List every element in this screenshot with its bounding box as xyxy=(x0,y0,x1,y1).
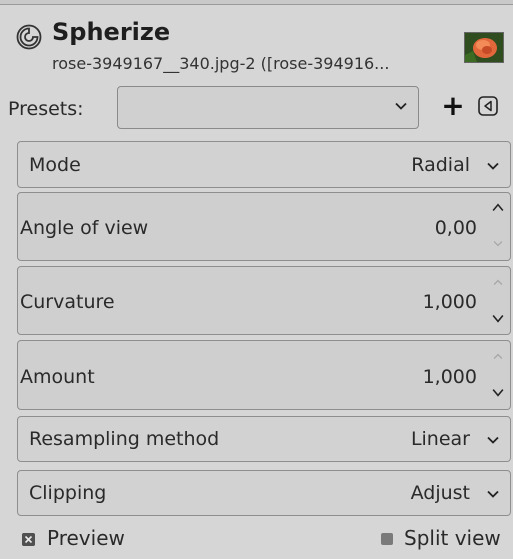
presets-label: Presets: xyxy=(8,98,84,120)
chevron-down-icon xyxy=(487,490,499,498)
resampling-method-value: Linear xyxy=(410,428,470,450)
mode-dropdown[interactable]: Mode Radial xyxy=(17,141,511,188)
chevron-down-icon xyxy=(487,436,499,444)
preview-label[interactable]: Preview xyxy=(47,526,125,550)
mode-value: Radial xyxy=(411,154,470,176)
clipping-label: Clipping xyxy=(29,482,107,504)
chevron-down-icon xyxy=(487,162,499,170)
split-view-checkbox[interactable] xyxy=(381,533,393,545)
clipping-value: Adjust xyxy=(410,482,470,504)
amount-value[interactable]: 1,000 xyxy=(423,366,477,388)
amount-spinscale[interactable]: Amount 1,000 xyxy=(17,340,511,410)
angle-of-view-label: Angle of view xyxy=(20,217,149,239)
resampling-method-label: Resampling method xyxy=(29,428,220,450)
image-thumbnail xyxy=(464,32,504,63)
window-top-edge xyxy=(0,0,513,5)
dialog-footer: Preview Split view xyxy=(0,522,513,559)
spin-arrows-icon[interactable] xyxy=(488,267,508,334)
gimp-spiral-icon xyxy=(16,24,42,50)
dialog-title: Spherize xyxy=(52,18,171,46)
spin-arrows-icon[interactable] xyxy=(488,193,508,260)
amount-label: Amount xyxy=(20,366,95,388)
add-preset-button[interactable]: + xyxy=(440,90,466,122)
angle-of-view-spinscale[interactable]: Angle of view 0,00 xyxy=(17,192,511,261)
split-view-label[interactable]: Split view xyxy=(404,526,501,550)
curvature-value[interactable]: 1,000 xyxy=(423,291,477,313)
clipping-dropdown[interactable]: Clipping Adjust xyxy=(17,470,511,516)
dialog-header: Spherize rose-3949167__340.jpg-2 ([rose-… xyxy=(0,6,513,86)
chevron-down-icon xyxy=(395,102,407,110)
curvature-label: Curvature xyxy=(20,291,115,313)
angle-of-view-value[interactable]: 0,00 xyxy=(435,217,477,239)
preview-checkbox[interactable] xyxy=(22,533,35,546)
curvature-spinscale[interactable]: Curvature 1,000 xyxy=(17,266,511,335)
resampling-method-dropdown[interactable]: Resampling method Linear xyxy=(17,416,511,462)
presets-menu-button[interactable] xyxy=(478,96,498,116)
presets-row: Presets: + xyxy=(0,86,513,134)
image-name: rose-3949167__340.jpg-2 ([rose-394916... xyxy=(52,54,390,73)
spin-arrows-icon[interactable] xyxy=(488,341,508,409)
mode-label: Mode xyxy=(29,154,81,176)
presets-dropdown[interactable] xyxy=(117,86,419,129)
